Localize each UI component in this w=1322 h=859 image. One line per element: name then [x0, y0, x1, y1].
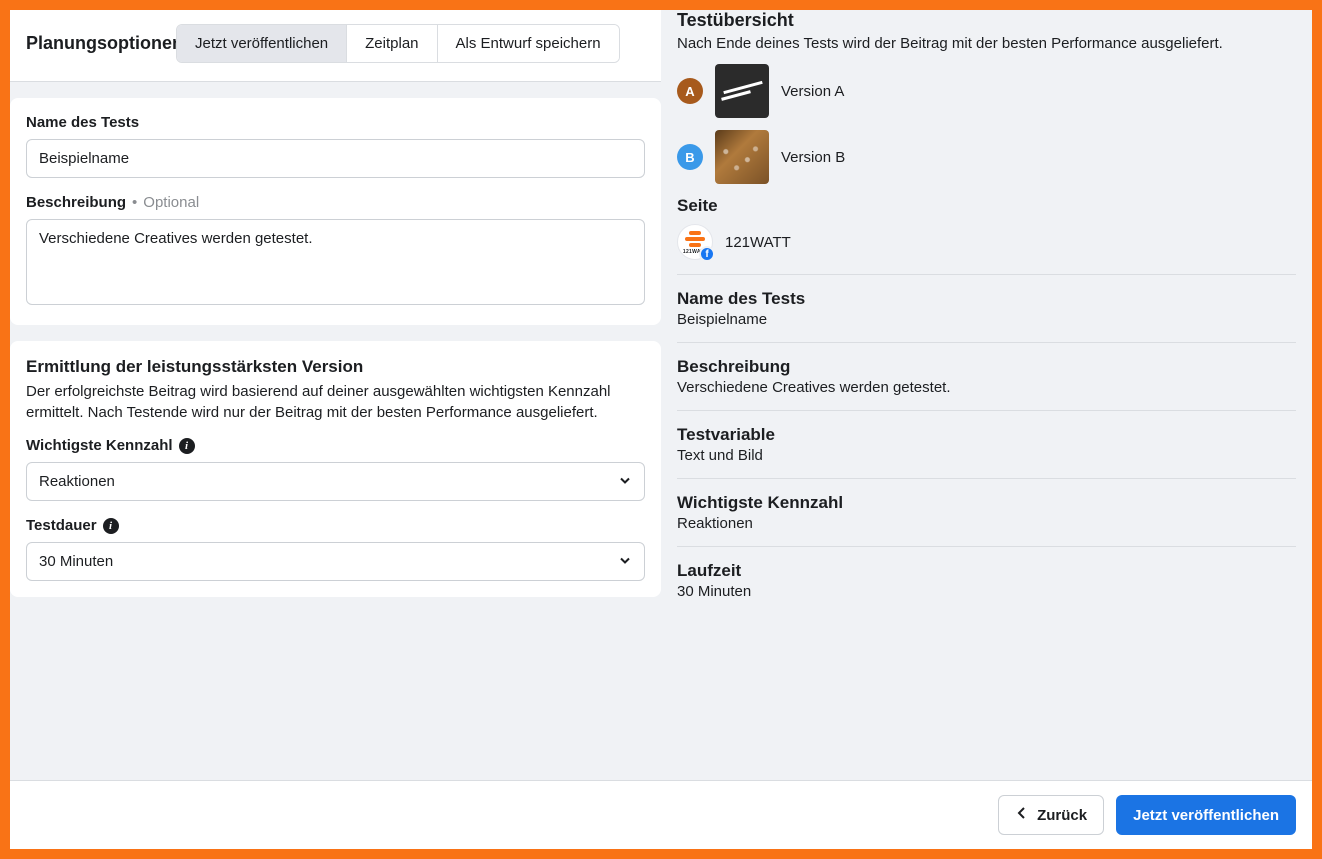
chevron-left-icon [1015, 806, 1029, 824]
planning-header: Planungsoptionen Jetzt veröffentlichen Z… [10, 10, 661, 82]
key-metric-label: Wichtigste Kennzahl i [26, 437, 645, 454]
version-b-label: Version B [781, 149, 845, 166]
description-textarea[interactable] [26, 219, 645, 305]
kv-runtime: Laufzeit 30 Minuten [677, 561, 1296, 600]
duration-label: Testdauer i [26, 517, 645, 534]
kv-variable-value: Text und Bild [677, 447, 1296, 464]
kv-description-label: Beschreibung [677, 357, 1296, 377]
planning-tabs: Jetzt veröffentlichen Zeitplan Als Entwu… [176, 24, 620, 63]
description-label-text: Beschreibung [26, 194, 126, 211]
columns: Planungsoptionen Jetzt veröffentlichen Z… [10, 10, 1312, 780]
spacer [10, 82, 661, 98]
page-heading: Seite [677, 196, 1296, 216]
version-a-label: Version A [781, 83, 844, 100]
divider [677, 342, 1296, 343]
info-icon[interactable]: i [103, 518, 119, 534]
test-name-label: Name des Tests [26, 114, 645, 131]
tab-publish-now[interactable]: Jetzt veröffentlichen [177, 25, 347, 62]
key-metric-select[interactable]: Reaktionen [26, 462, 645, 501]
kv-runtime-value: 30 Minuten [677, 583, 1296, 600]
duration-select-wrap: 30 Minuten [26, 542, 645, 581]
kv-metric-label: Wichtigste Kennzahl [677, 493, 1296, 513]
key-metric-label-text: Wichtigste Kennzahl [26, 437, 173, 454]
kv-variable: Testvariable Text und Bild [677, 425, 1296, 464]
app-shell: Planungsoptionen Jetzt veröffentlichen Z… [10, 10, 1312, 849]
version-a-row: A Version A [677, 64, 1296, 118]
publish-now-button-label: Jetzt veröffentlichen [1133, 807, 1279, 824]
version-b-row: B Version B [677, 130, 1296, 184]
test-name-description-card: Name des Tests Beschreibung • Optional [10, 98, 661, 325]
kv-test-name-value: Beispielname [677, 311, 1296, 328]
planning-options-label: Planungsoptionen [26, 33, 183, 54]
key-metric-field: Wichtigste Kennzahl i Reaktionen [26, 437, 645, 501]
spacer [10, 325, 661, 341]
kv-variable-label: Testvariable [677, 425, 1296, 445]
page-row: 121WATT f 121WATT [677, 224, 1296, 260]
kv-metric: Wichtigste Kennzahl Reaktionen [677, 493, 1296, 532]
kv-runtime-label: Laufzeit [677, 561, 1296, 581]
back-button-label: Zurück [1037, 807, 1087, 824]
kv-test-name: Name des Tests Beispielname [677, 289, 1296, 328]
determination-card: Ermittlung der leistungsstärksten Versio… [10, 341, 661, 597]
duration-field: Testdauer i 30 Minuten [26, 517, 645, 581]
page-avatar: 121WATT f [677, 224, 713, 260]
test-name-field: Name des Tests [26, 114, 645, 178]
kv-metric-value: Reaktionen [677, 515, 1296, 532]
facebook-badge-icon: f [699, 246, 715, 262]
kv-test-name-label: Name des Tests [677, 289, 1296, 309]
determination-sub: Der erfolgreichste Beitrag wird basieren… [26, 381, 645, 423]
divider [677, 478, 1296, 479]
footer-bar: Zurück Jetzt veröffentlichen [10, 780, 1312, 849]
description-field: Beschreibung • Optional [26, 194, 645, 309]
description-optional: Optional [143, 194, 199, 211]
overview-title: Testübersicht [677, 10, 1296, 31]
tab-schedule[interactable]: Zeitplan [347, 25, 437, 62]
determination-title: Ermittlung der leistungsstärksten Versio… [26, 357, 645, 377]
kv-description: Beschreibung Verschiedene Creatives werd… [677, 357, 1296, 396]
kv-description-value: Verschiedene Creatives werden getestet. [677, 379, 1296, 396]
label-separator: • [132, 194, 137, 211]
divider [677, 274, 1296, 275]
info-icon[interactable]: i [179, 438, 195, 454]
version-b-thumbnail [715, 130, 769, 184]
version-badge-b: B [677, 144, 703, 170]
key-metric-select-wrap: Reaktionen [26, 462, 645, 501]
overview-sub: Nach Ende deines Tests wird der Beitrag … [677, 35, 1296, 52]
tab-save-draft[interactable]: Als Entwurf speichern [438, 25, 619, 62]
duration-select[interactable]: 30 Minuten [26, 542, 645, 581]
duration-label-text: Testdauer [26, 517, 97, 534]
back-button[interactable]: Zurück [998, 795, 1104, 835]
divider [677, 410, 1296, 411]
page-section: Seite 121WATT f 121WATT [677, 196, 1296, 260]
version-a-thumbnail [715, 64, 769, 118]
test-name-input[interactable] [26, 139, 645, 178]
divider [677, 546, 1296, 547]
page-name: 121WATT [725, 234, 791, 251]
publish-now-button[interactable]: Jetzt veröffentlichen [1116, 795, 1296, 835]
version-badge-a: A [677, 78, 703, 104]
right-column: Testübersicht Nach Ende deines Tests wir… [661, 10, 1312, 780]
description-label: Beschreibung • Optional [26, 194, 645, 211]
left-column: Planungsoptionen Jetzt veröffentlichen Z… [10, 10, 661, 780]
